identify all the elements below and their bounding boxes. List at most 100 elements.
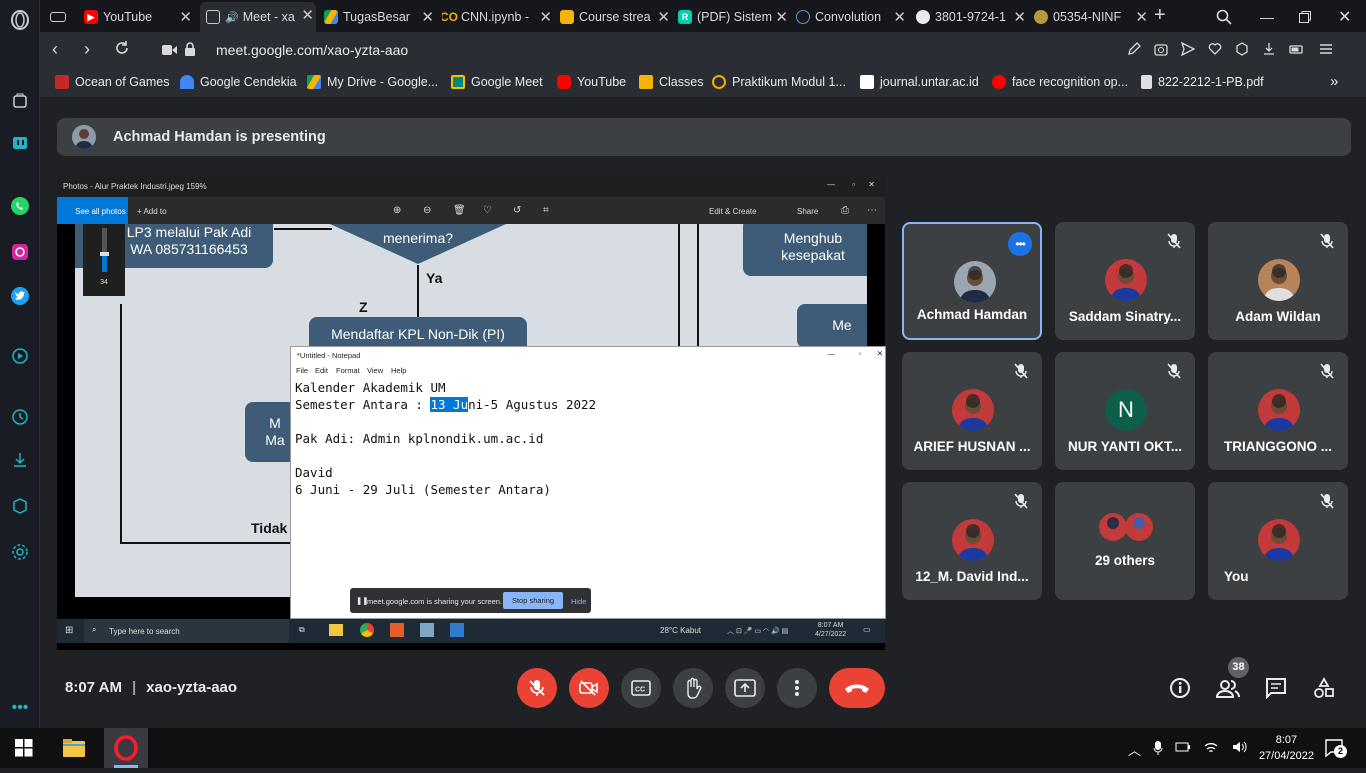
battery-icon[interactable]: [1175, 740, 1191, 759]
edit-create-button: Edit & Create: [709, 207, 757, 216]
opera-logo-icon[interactable]: [8, 8, 32, 32]
minimize-icon: —: [827, 180, 835, 189]
whatsapp-icon[interactable]: [8, 194, 32, 218]
tab-drive[interactable]: TugasBesar ✕: [324, 4, 436, 30]
participant-tile[interactable]: Adam Wildan: [1208, 222, 1348, 340]
file-explorer-icon[interactable]: [63, 738, 85, 763]
bookmark-google-cendekia[interactable]: Google Cendekia: [180, 75, 297, 89]
chevron-up-icon[interactable]: ︿: [1128, 740, 1141, 759]
close-window-icon[interactable]: ✕: [1338, 4, 1358, 30]
participant-tile[interactable]: N NUR YANTI OKT...: [1055, 352, 1195, 470]
twitter-icon[interactable]: [8, 284, 32, 308]
participant-tile[interactable]: 12_M. David Ind...: [902, 482, 1042, 600]
windows-start-icon[interactable]: [15, 739, 33, 762]
people-button[interactable]: 38: [1214, 657, 1249, 702]
url-box[interactable]: meet.google.com/xao-yzta-aao: [162, 37, 1072, 63]
bookmark-journal-untar[interactable]: journal.untar.ac.id: [860, 75, 979, 89]
participant-tile[interactable]: TRIANGGONO ...: [1208, 352, 1348, 470]
close-tab-icon[interactable]: ✕: [301, 6, 314, 24]
search-tabs-icon[interactable]: [1216, 4, 1236, 30]
close-tab-icon[interactable]: ✕: [179, 8, 192, 26]
participant-tile[interactable]: ARIEF HUSNAN ...: [902, 352, 1042, 470]
tab-youtube[interactable]: ▶ YouTube ✕: [84, 4, 194, 30]
bookmark-praktikum[interactable]: Praktikum Modul 1...: [712, 75, 846, 89]
tab-classroom[interactable]: Course strea ✕: [560, 4, 672, 30]
wifi-icon[interactable]: [1203, 740, 1219, 759]
history-icon[interactable]: [8, 405, 32, 429]
tab-convolution[interactable]: Convolution ✕: [796, 4, 908, 30]
close-tab-icon[interactable]: ✕: [657, 8, 670, 26]
bookmark-ocean-of-games[interactable]: Ocean of Games: [55, 75, 170, 89]
chat-button[interactable]: [1262, 674, 1290, 702]
restore-icon[interactable]: [1298, 4, 1318, 30]
close-tab-icon[interactable]: ✕: [1135, 8, 1148, 26]
mic-off-button[interactable]: [517, 668, 557, 708]
menu-lines-icon[interactable]: [1318, 42, 1334, 61]
text-line: Pak Adi: Admin kplnondik.um.ac.id: [295, 431, 544, 446]
cube-icon[interactable]: [1235, 42, 1249, 61]
meeting-info-button[interactable]: [1166, 674, 1194, 702]
twitch-icon[interactable]: [8, 132, 32, 156]
present-button[interactable]: [725, 668, 765, 708]
back-icon[interactable]: ‹: [52, 39, 58, 60]
settings-gear-icon[interactable]: [8, 540, 32, 564]
camera-indicator-icon[interactable]: [162, 43, 178, 61]
tab-gamepad[interactable]: [50, 4, 80, 30]
more-bookmarks-icon[interactable]: »: [1330, 73, 1338, 90]
participant-tile[interactable]: 29 others: [1055, 482, 1195, 600]
tab-colab[interactable]: CO CNN.ipynb - ✕: [442, 4, 554, 30]
instagram-icon[interactable]: [8, 240, 32, 264]
tab-meet[interactable]: 🔊 Meet - xa ✕: [200, 2, 316, 32]
close-tab-icon[interactable]: ✕: [1013, 8, 1026, 26]
captions-button[interactable]: CC: [621, 668, 661, 708]
taskbar-clock[interactable]: 8:07 27/04/2022: [1259, 732, 1314, 764]
url-text[interactable]: meet.google.com/xao-yzta-aao: [216, 42, 408, 58]
close-tab-icon[interactable]: ✕: [775, 8, 788, 26]
minimize-icon[interactable]: —: [1260, 4, 1280, 30]
new-tab-icon[interactable]: +: [1154, 2, 1174, 28]
raise-hand-button[interactable]: [673, 668, 713, 708]
send-icon[interactable]: [1180, 41, 1196, 61]
forward-icon[interactable]: ›: [84, 39, 90, 60]
more-options-button[interactable]: [777, 668, 817, 708]
opera-taskbar-button[interactable]: [104, 728, 148, 768]
downloads-icon[interactable]: [8, 448, 32, 472]
activities-button[interactable]: [1310, 674, 1338, 702]
presenting-banner: Achmad Hamdan is presenting: [57, 118, 1351, 156]
bookmark-classes[interactable]: Classes: [639, 75, 703, 89]
battery-saver-icon[interactable]: [1289, 42, 1305, 61]
tab-title: Course strea: [579, 10, 651, 24]
snapshot-camera-icon[interactable]: [1154, 42, 1168, 61]
tab-ninf[interactable]: 05354-NINF ✕: [1034, 4, 1150, 30]
bookmark-pdf[interactable]: 822-2212-1-PB.pdf: [1141, 75, 1264, 89]
reload-icon[interactable]: [114, 40, 130, 61]
close-tab-icon[interactable]: ✕: [539, 8, 552, 26]
edit-icon[interactable]: [1127, 42, 1141, 61]
shared-screen[interactable]: Photos - Alur Praktek Industri.jpeg 159%…: [57, 175, 886, 650]
download-icon[interactable]: [1262, 42, 1276, 61]
lock-icon[interactable]: [184, 42, 196, 61]
player-icon[interactable]: [8, 344, 32, 368]
bookmark-youtube[interactable]: YouTube: [557, 75, 626, 89]
camera-off-button[interactable]: [569, 668, 609, 708]
bookmark-face-recognition[interactable]: face recognition op...: [992, 75, 1128, 89]
heart-icon[interactable]: [1208, 42, 1222, 61]
tab-pdf[interactable]: 3801-9724-1 ✕: [916, 4, 1028, 30]
extensions-cube-icon[interactable]: [8, 494, 32, 518]
menu-format: Format: [336, 366, 360, 375]
close-tab-icon[interactable]: ✕: [421, 8, 434, 26]
participant-tile[interactable]: Saddam Sinatry...: [1055, 222, 1195, 340]
more-dots-icon[interactable]: •••: [8, 696, 32, 720]
more-options-icon[interactable]: •••: [1008, 232, 1032, 256]
notification-center[interactable]: 2: [1324, 737, 1347, 764]
bookmark-google-meet[interactable]: Google Meet: [451, 75, 543, 89]
bag-icon[interactable]: [8, 88, 32, 112]
leave-call-button[interactable]: [829, 668, 885, 708]
participant-tile[interactable]: You: [1208, 482, 1348, 600]
tab-researchgate[interactable]: R (PDF) Sistem ✕: [678, 4, 790, 30]
mic-icon[interactable]: [1153, 740, 1163, 759]
bookmark-my-drive[interactable]: My Drive - Google...: [307, 75, 438, 89]
participant-tile[interactable]: ••• Achmad Hamdan: [902, 222, 1042, 340]
close-tab-icon[interactable]: ✕: [893, 8, 906, 26]
volume-icon[interactable]: [1231, 740, 1247, 759]
